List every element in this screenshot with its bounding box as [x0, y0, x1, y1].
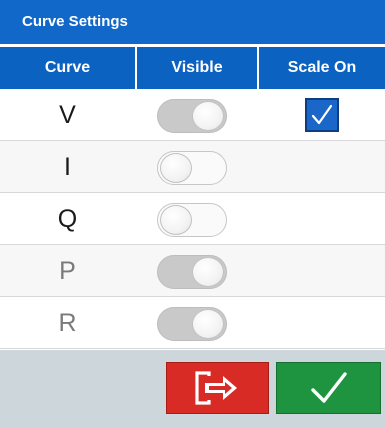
curve-name: P	[59, 257, 76, 285]
visible-toggle-p[interactable]	[157, 255, 227, 289]
toggle-knob	[192, 257, 224, 287]
curve-name: I	[64, 153, 71, 181]
curve-name: Q	[57, 205, 78, 233]
curve-row-p: P	[0, 245, 385, 297]
toggle-knob	[160, 205, 192, 235]
confirm-button[interactable]	[276, 362, 381, 414]
column-header-scale-on: Scale On	[287, 59, 357, 76]
scale-on-checkbox-v[interactable]	[305, 98, 339, 132]
toggle-knob	[160, 153, 192, 183]
curve-row-i: I	[0, 141, 385, 193]
visible-toggle-v[interactable]	[157, 99, 227, 133]
curve-settings-dialog: Curve Settings Curve Visible Scale On V …	[0, 0, 385, 427]
checkmark-icon	[311, 104, 333, 125]
toggle-knob	[192, 101, 224, 131]
column-header-visible: Visible	[171, 59, 223, 76]
checkmark-icon	[310, 372, 347, 403]
dialog-title: Curve Settings	[0, 0, 385, 44]
exit-button[interactable]	[166, 362, 269, 414]
dialog-footer	[0, 350, 385, 427]
exit-door-icon	[194, 371, 237, 405]
curve-row-v: V	[0, 89, 385, 141]
curve-name: R	[58, 309, 77, 337]
table-header: Curve Visible Scale On	[0, 47, 385, 89]
curve-row-r: R	[0, 297, 385, 349]
visible-toggle-q[interactable]	[157, 203, 227, 237]
curve-list: V I Q P R	[0, 89, 385, 349]
visible-toggle-i[interactable]	[157, 151, 227, 185]
curve-row-q: Q	[0, 193, 385, 245]
column-header-curve: Curve	[44, 59, 91, 76]
toggle-knob	[192, 309, 224, 339]
visible-toggle-r[interactable]	[157, 307, 227, 341]
curve-name: V	[59, 101, 76, 129]
